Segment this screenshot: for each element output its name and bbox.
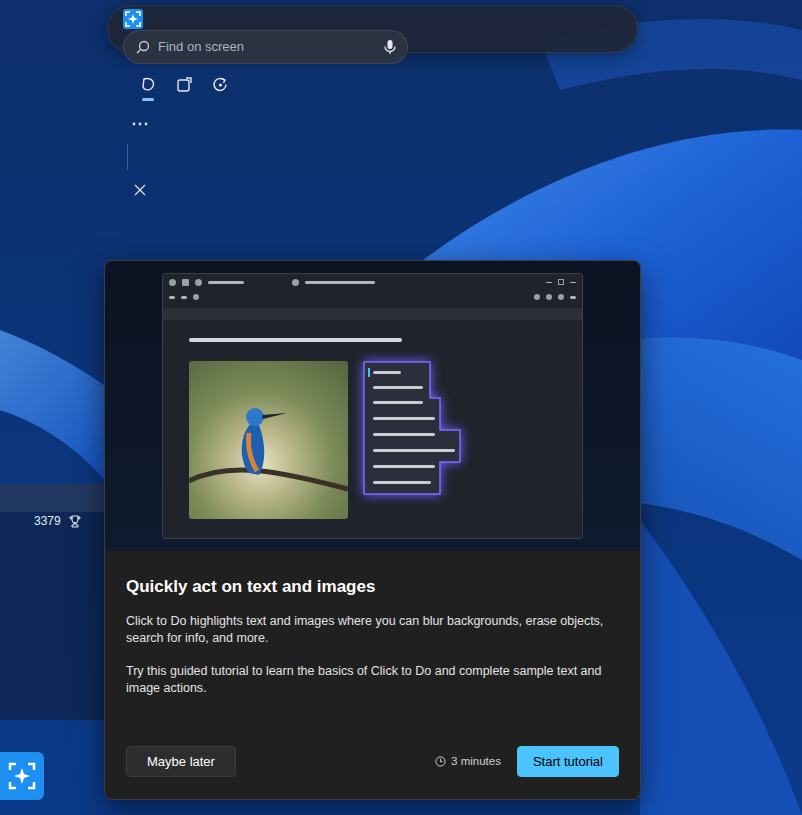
- tool-button[interactable]: [131, 64, 165, 104]
- start-tutorial-button[interactable]: Start tutorial: [517, 746, 619, 777]
- more-button[interactable]: [123, 104, 157, 144]
- refresh-icon: [212, 76, 229, 93]
- selection-indicator: [214, 98, 226, 101]
- tool-button[interactable]: [167, 64, 201, 104]
- desktop: 3379: [0, 0, 802, 815]
- maybe-later-button[interactable]: Maybe later: [126, 746, 236, 777]
- dialog-footer: Maybe later 3 minutes Start tutorial: [126, 746, 619, 777]
- selection-indicator: [142, 98, 154, 101]
- click-to-do-app-icon: [123, 9, 143, 29]
- mock-browser: [162, 273, 583, 539]
- click-to-do-toolbar: [107, 5, 638, 53]
- search-icon: [136, 40, 150, 54]
- duration-text: 3 minutes: [451, 753, 501, 770]
- tutorial-dialog: Quickly act on text and images Click to …: [104, 260, 641, 800]
- dialog-title: Quickly act on text and images: [126, 577, 619, 597]
- sample-photo: [189, 361, 348, 519]
- desktop-widget: 3379: [0, 484, 104, 720]
- dialog-description: Click to Do highlights text and images w…: [126, 613, 619, 713]
- clock-icon: [435, 756, 446, 767]
- tool-group: [131, 64, 627, 104]
- selection-indicator: [178, 98, 190, 101]
- toolbar-divider: [127, 144, 128, 170]
- freeform-select-icon: [140, 76, 157, 93]
- close-icon: [134, 184, 146, 196]
- widget-count: 3379: [34, 512, 61, 530]
- search-input[interactable]: [158, 37, 375, 57]
- duration: 3 minutes: [435, 753, 501, 770]
- close-button[interactable]: [123, 170, 157, 210]
- dialog-paragraph: Try this guided tutorial to learn the ba…: [126, 663, 619, 697]
- highlighted-text-panel: [360, 358, 472, 500]
- dialog-paragraph: Click to Do highlights text and images w…: [126, 613, 619, 647]
- rectangle-select-icon: [176, 76, 193, 93]
- more-icon: [132, 122, 148, 126]
- tutorial-illustration: [105, 261, 640, 551]
- click-to-do-icon[interactable]: [0, 752, 44, 800]
- trophy-icon: [69, 515, 81, 528]
- microphone-icon[interactable]: [383, 39, 397, 55]
- tool-button[interactable]: [203, 64, 237, 104]
- search-field[interactable]: [123, 30, 408, 64]
